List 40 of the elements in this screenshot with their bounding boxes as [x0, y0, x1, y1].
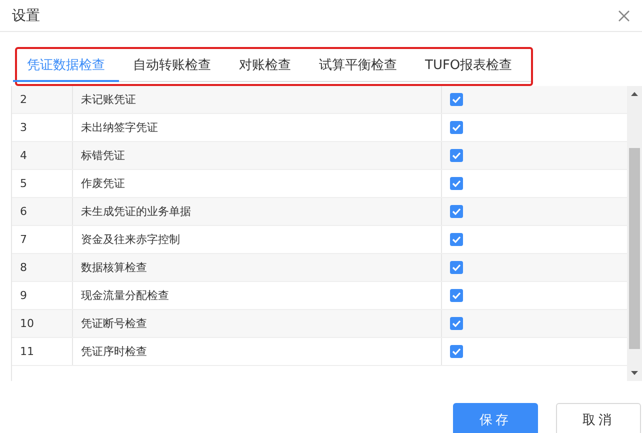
- check-item-name: 作废凭证: [73, 170, 442, 197]
- row-number: 6: [12, 198, 73, 225]
- check-item-name: 标错凭证: [73, 142, 442, 169]
- checkbox[interactable]: [450, 93, 463, 106]
- scroll-up-icon[interactable]: [631, 92, 638, 96]
- dialog-title: 设置: [12, 6, 40, 24]
- check-item-name: 凭证序时检查: [73, 338, 442, 365]
- checkbox[interactable]: [450, 233, 463, 246]
- row-number: 9: [12, 282, 73, 309]
- tab[interactable]: TUFO报表检查: [411, 49, 526, 82]
- row-number: 10: [12, 310, 73, 337]
- tab[interactable]: 试算平衡检查: [305, 49, 411, 82]
- check-item-name: 未出纳签字凭证: [73, 114, 442, 141]
- scroll-down-icon[interactable]: [631, 371, 638, 375]
- tab[interactable]: 自动转账检查: [119, 49, 225, 82]
- row-number: 11: [12, 338, 73, 365]
- checkbox[interactable]: [450, 177, 463, 190]
- check-item-name: 现金流量分配检查: [73, 282, 442, 309]
- row-number: 5: [12, 170, 73, 197]
- checkbox[interactable]: [450, 317, 463, 330]
- cancel-button[interactable]: 取消: [556, 403, 641, 433]
- close-icon[interactable]: [618, 10, 630, 22]
- scrollbar-thumb[interactable]: [629, 148, 640, 349]
- row-number: 7: [12, 226, 73, 253]
- row-number: 8: [12, 254, 73, 281]
- checkbox[interactable]: [450, 149, 463, 162]
- row-number: 4: [12, 142, 73, 169]
- checkbox[interactable]: [450, 261, 463, 274]
- check-item-name: 凭证断号检查: [73, 310, 442, 337]
- check-item-name: 未记账凭证: [73, 86, 442, 113]
- check-item-name: 数据核算检查: [73, 254, 442, 281]
- checkbox[interactable]: [450, 345, 463, 358]
- check-item-name: 未生成凭证的业务单据: [73, 198, 442, 225]
- checkbox[interactable]: [450, 121, 463, 134]
- checkbox[interactable]: [450, 205, 463, 218]
- checkbox[interactable]: [450, 289, 463, 302]
- row-number: 3: [12, 114, 73, 141]
- check-item-name: 资金及往来赤字控制: [73, 226, 442, 253]
- tab[interactable]: 对账检查: [225, 49, 305, 82]
- row-number: 2: [12, 86, 73, 113]
